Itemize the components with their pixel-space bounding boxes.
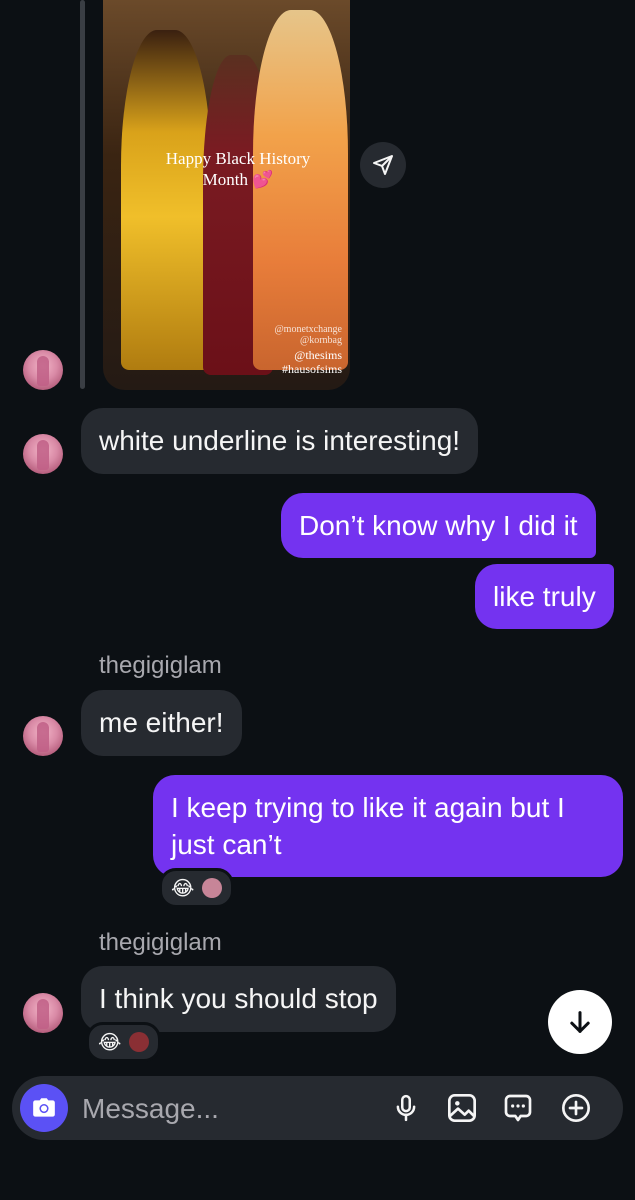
sticker-button[interactable] bbox=[500, 1090, 536, 1126]
story-credit-small-2: @kornbag bbox=[300, 335, 342, 346]
message-input[interactable] bbox=[80, 1086, 364, 1132]
camera-button[interactable] bbox=[20, 1084, 68, 1132]
arrow-down-icon bbox=[570, 1011, 590, 1033]
story-caption: Happy Black History Month 💕 bbox=[165, 149, 311, 189]
voice-message-button[interactable] bbox=[388, 1090, 424, 1126]
incoming-message-bubble[interactable]: me either! bbox=[81, 690, 242, 756]
scroll-to-bottom-button[interactable] bbox=[548, 990, 612, 1054]
microphone-icon bbox=[396, 1094, 416, 1122]
camera-icon bbox=[33, 1098, 55, 1117]
outgoing-message-bubble[interactable]: like truly bbox=[475, 564, 614, 629]
sender-name: thegigiglam bbox=[99, 929, 222, 956]
reactor-avatar bbox=[129, 1032, 150, 1052]
message-reactions[interactable]: 😂 bbox=[159, 868, 235, 908]
message-reactions[interactable]: 😂 bbox=[86, 1022, 162, 1062]
image-icon bbox=[448, 1094, 476, 1122]
sender-name: thegigiglam bbox=[99, 652, 222, 679]
story-reply-rail bbox=[80, 0, 85, 389]
story-credit-2: #hausofsims bbox=[282, 362, 342, 376]
shared-story-card[interactable]: Happy Black History Month 💕 @monetxchang… bbox=[103, 0, 350, 390]
message-composer bbox=[12, 1076, 623, 1140]
share-button[interactable] bbox=[360, 142, 406, 188]
avatar[interactable] bbox=[23, 716, 63, 756]
avatar[interactable] bbox=[23, 993, 63, 1033]
chat-bubble-icon bbox=[504, 1094, 532, 1122]
incoming-message-bubble[interactable]: white underline is interesting! bbox=[81, 408, 479, 474]
story-figure-right bbox=[253, 10, 348, 370]
outgoing-message-bubble[interactable]: I keep trying to like it again but I jus… bbox=[153, 775, 623, 877]
plus-circle-icon bbox=[562, 1094, 590, 1122]
outgoing-message-bubble[interactable]: Don’t know why I did it bbox=[281, 493, 596, 558]
reaction-emoji: 😂 bbox=[171, 877, 195, 900]
send-icon bbox=[373, 155, 393, 175]
reactor-avatar bbox=[202, 878, 223, 898]
story-credit-small-1: @monetxchange bbox=[274, 324, 342, 335]
reaction-emoji: 😂 bbox=[98, 1031, 122, 1054]
gallery-button[interactable] bbox=[444, 1090, 480, 1126]
avatar[interactable] bbox=[23, 350, 63, 390]
avatar[interactable] bbox=[23, 434, 63, 474]
story-figure-left bbox=[121, 30, 211, 370]
story-credit-1: @thesims bbox=[294, 348, 342, 362]
more-options-button[interactable] bbox=[558, 1090, 594, 1126]
